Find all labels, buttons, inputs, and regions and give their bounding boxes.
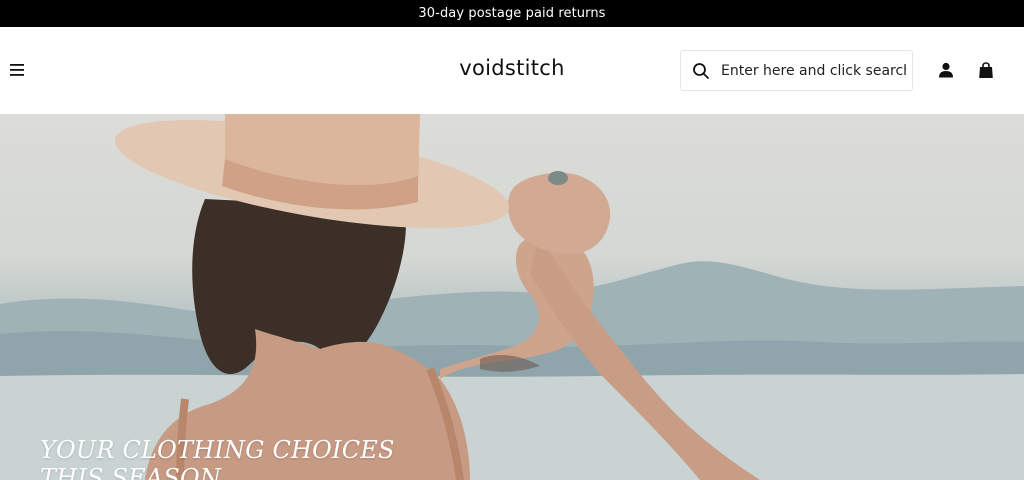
woman-in-wide-brim-hat-photo [0, 114, 1024, 480]
search-button[interactable] [681, 51, 721, 90]
search-box [680, 50, 913, 91]
cart-button[interactable] [976, 60, 996, 80]
announcement-text: 30-day postage paid returns [418, 6, 606, 21]
search-icon [693, 62, 709, 79]
account-button[interactable] [936, 60, 956, 80]
menu-button[interactable] [6, 59, 28, 81]
site-header: voidstitch [0, 27, 1024, 114]
search-input[interactable] [721, 51, 906, 90]
user-icon [939, 62, 953, 78]
hero-headline-line-1: YOUR CLOTHING CHOICES [40, 436, 395, 464]
hamburger-menu-icon [10, 64, 24, 76]
site-logo[interactable]: voidstitch [459, 56, 565, 80]
shopping-bag-icon [979, 61, 993, 78]
hero-headline-line-2: THIS SEASON [40, 464, 222, 480]
hero-banner[interactable]: YOUR CLOTHING CHOICES THIS SEASON [0, 114, 1024, 480]
hero-headline: YOUR CLOTHING CHOICES THIS SEASON [40, 436, 395, 480]
announcement-bar: 30-day postage paid returns [0, 0, 1024, 27]
